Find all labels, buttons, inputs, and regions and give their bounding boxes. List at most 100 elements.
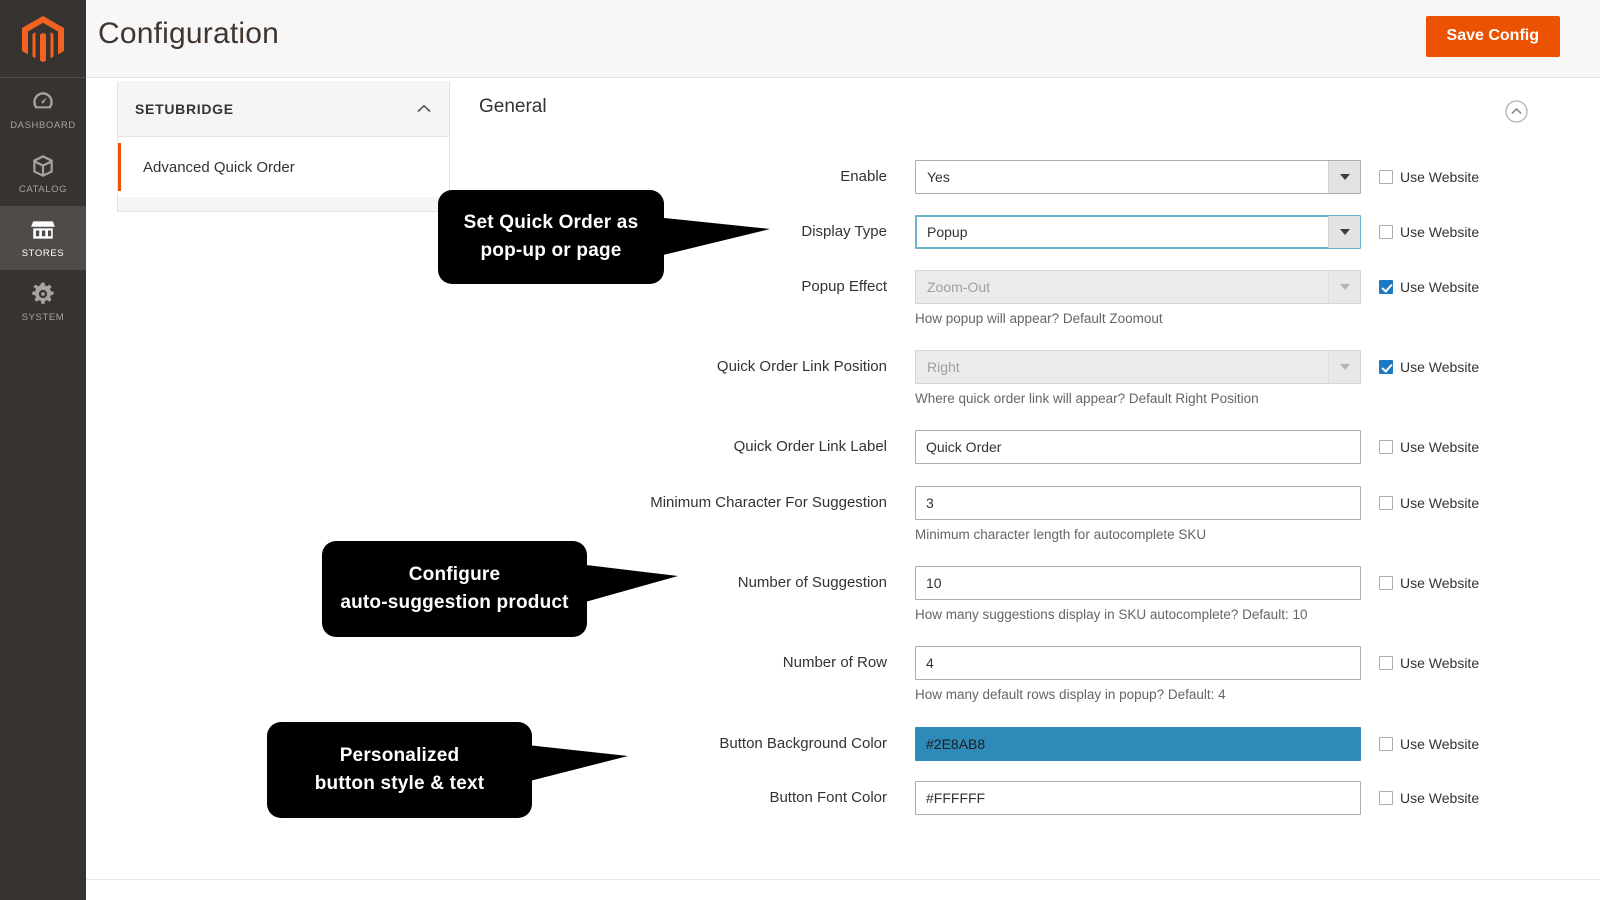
callout-line-1: Personalized: [340, 742, 460, 770]
select-value: Zoom-Out: [927, 279, 990, 295]
admin-sidebar: DASHBOARD CATALOG STORES SYSTEM: [0, 0, 86, 900]
use-website-toggle-minimum-character[interactable]: Use Website: [1379, 495, 1479, 511]
field-row-enable: Enable Yes Use Website: [479, 160, 1569, 194]
field-control: [915, 430, 1361, 464]
display-type-select[interactable]: Popup: [915, 215, 1361, 249]
use-website-toggle-enable[interactable]: Use Website: [1379, 169, 1479, 185]
chevron-down-icon[interactable]: [1328, 216, 1360, 248]
field-control: [915, 727, 1361, 761]
section-title: General: [479, 96, 547, 118]
save-config-button[interactable]: Save Config: [1426, 16, 1560, 57]
use-website-toggle-number-of-suggestion[interactable]: Use Website: [1379, 575, 1479, 591]
system-gear-icon: [30, 281, 56, 307]
number-of-suggestion-input[interactable]: [915, 566, 1361, 600]
use-website-toggle-number-of-row[interactable]: Use Website: [1379, 655, 1479, 671]
sidebar-item-catalog[interactable]: CATALOG: [0, 142, 86, 206]
chevron-up-icon: [417, 104, 431, 113]
use-website-toggle-quick-order-link-label[interactable]: Use Website: [1379, 439, 1479, 455]
quick-order-link-position-select: Right: [915, 350, 1361, 384]
field-control: Popup: [915, 215, 1361, 249]
field-note: Where quick order link will appear? Defa…: [915, 391, 1259, 406]
circle-chevron-up-icon[interactable]: [1505, 100, 1528, 123]
field-label: Button Font Color: [479, 789, 901, 806]
select-value: Popup: [927, 224, 967, 240]
field-control: Right: [915, 350, 1361, 384]
field-label: Minimum Character For Suggestion: [479, 494, 901, 511]
field-label: Quick Order Link Position: [479, 358, 901, 375]
config-tree-panel: SETUBRIDGE Advanced Quick Order: [117, 81, 450, 212]
checkbox-icon[interactable]: [1379, 737, 1393, 751]
config-form-panel: General Enable Yes Use Website Display T…: [479, 78, 1569, 142]
use-website-toggle-quick-order-link-position[interactable]: Use Website: [1379, 359, 1479, 375]
callout-number-of-suggestion: Configure auto-suggestion product: [322, 541, 587, 637]
sidebar-item-dashboard[interactable]: DASHBOARD: [0, 78, 86, 142]
field-control: [915, 781, 1361, 815]
field-label: Quick Order Link Label: [479, 438, 901, 455]
checkbox-checked-icon[interactable]: [1379, 280, 1393, 294]
callout-tail-display-type: [655, 215, 770, 260]
field-control: [915, 566, 1361, 600]
enable-select[interactable]: Yes: [915, 160, 1361, 194]
magento-logo-link[interactable]: [0, 0, 86, 78]
checkbox-icon[interactable]: [1379, 576, 1393, 590]
config-tree-section-setubridge[interactable]: SETUBRIDGE: [118, 81, 449, 137]
stores-shop-icon: [30, 217, 56, 243]
use-website-toggle-button-background-color[interactable]: Use Website: [1379, 736, 1479, 752]
field-row-number-of-row: Number of Row How many default rows disp…: [479, 646, 1569, 680]
checkbox-icon[interactable]: [1379, 170, 1393, 184]
field-row-quick-order-link-label: Quick Order Link Label Use Website: [479, 430, 1569, 464]
popup-effect-select: Zoom-Out: [915, 270, 1361, 304]
sidebar-item-system[interactable]: SYSTEM: [0, 270, 86, 334]
use-website-label: Use Website: [1400, 439, 1479, 455]
checkbox-checked-icon[interactable]: [1379, 360, 1393, 374]
field-row-button-font-color: Button Font Color Use Website: [479, 781, 1569, 815]
field-note: Minimum character length for autocomplet…: [915, 527, 1206, 542]
field-control: [915, 486, 1361, 520]
config-tree-item-advanced-quick-order[interactable]: Advanced Quick Order: [118, 137, 449, 197]
field-label: Enable: [479, 168, 901, 185]
use-website-label: Use Website: [1400, 169, 1479, 185]
select-value: Right: [927, 359, 960, 375]
checkbox-icon[interactable]: [1379, 496, 1393, 510]
sidebar-item-label: STORES: [22, 248, 65, 259]
checkbox-icon[interactable]: [1379, 656, 1393, 670]
callout-button-style: Personalized button style & text: [267, 722, 532, 818]
config-tree-footer: [118, 197, 449, 211]
chevron-down-icon: [1328, 351, 1360, 383]
chevron-down-icon: [1328, 271, 1360, 303]
config-tree-item-label: Advanced Quick Order: [143, 159, 295, 176]
page-title: Configuration: [98, 17, 279, 51]
callout-line-2: button style & text: [315, 770, 485, 798]
minimum-character-for-suggestion-input[interactable]: [915, 486, 1361, 520]
use-website-label: Use Website: [1400, 575, 1479, 591]
checkbox-icon[interactable]: [1379, 791, 1393, 805]
callout-line-1: Set Quick Order as: [464, 209, 639, 237]
sidebar-item-stores[interactable]: STORES: [0, 206, 86, 270]
checkbox-icon[interactable]: [1379, 440, 1393, 454]
sidebar-item-label: DASHBOARD: [10, 120, 76, 131]
callout-tail-button-style: [518, 742, 628, 787]
number-of-row-input[interactable]: [915, 646, 1361, 680]
checkbox-icon[interactable]: [1379, 225, 1393, 239]
callout-tail-number-of-suggestion: [578, 562, 678, 607]
use-website-toggle-button-font-color[interactable]: Use Website: [1379, 790, 1479, 806]
field-note: How many default rows display in popup? …: [915, 687, 1226, 702]
use-website-label: Use Website: [1400, 790, 1479, 806]
dashboard-gauge-icon: [30, 89, 56, 115]
chevron-down-icon[interactable]: [1328, 161, 1360, 193]
button-background-color-input[interactable]: [915, 727, 1361, 761]
field-row-button-background-color: Button Background Color Use Website: [479, 727, 1569, 761]
select-value: Yes: [927, 169, 950, 185]
catalog-box-icon: [30, 153, 56, 179]
quick-order-link-label-input[interactable]: [915, 430, 1361, 464]
config-tree-section-label: SETUBRIDGE: [135, 101, 417, 117]
use-website-toggle-display-type[interactable]: Use Website: [1379, 224, 1479, 240]
callout-line-2: pop-up or page: [480, 237, 621, 265]
use-website-toggle-popup-effect[interactable]: Use Website: [1379, 279, 1479, 295]
button-font-color-input[interactable]: [915, 781, 1361, 815]
sidebar-item-label: CATALOG: [19, 184, 67, 195]
use-website-label: Use Website: [1400, 655, 1479, 671]
field-note: How popup will appear? Default Zoomout: [915, 311, 1163, 326]
footer-divider: [86, 879, 1600, 880]
use-website-label: Use Website: [1400, 279, 1479, 295]
